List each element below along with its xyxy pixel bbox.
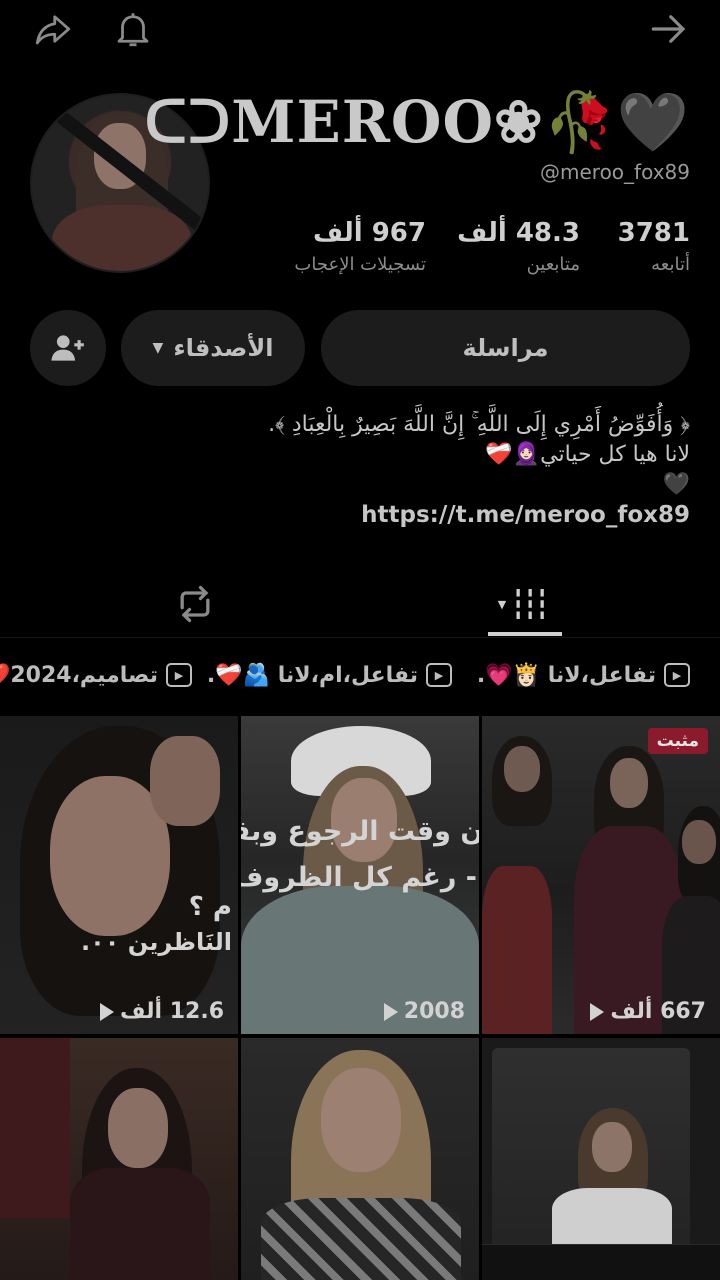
video-thumbnail[interactable]: م ؟ النَاظرين ٠٠. 12.6 ألف (0, 716, 238, 1034)
video-thumbnail[interactable] (241, 1038, 479, 1280)
tab-caret-icon: ▼ (497, 597, 507, 611)
stat-likes: 967 ألف تسجيلات الإعجاب (294, 218, 426, 275)
stat-following-label: أتابعه (651, 254, 690, 275)
tab-videos[interactable]: ▼ (478, 570, 568, 638)
bio: ﴿ وَأُفَوِّضُ أَمْرِي إِلَى اللَّهِ ۚ إِ… (30, 410, 690, 530)
stat-likes-value: 967 ألف (313, 218, 426, 248)
message-button[interactable]: مراسلة (321, 310, 690, 386)
play-icon (590, 1002, 605, 1021)
playlist-chip[interactable]: ▶ تفاعل،لانا 👸🏻💗. (477, 658, 690, 692)
display-name: ᑕᑐMEROO❀🥀🖤 (144, 88, 690, 156)
top-bar (0, 0, 720, 60)
bio-link[interactable]: https://t.me/meroo_fox89 (30, 500, 690, 530)
stat-likes-label: تسجيلات الإعجاب (294, 254, 426, 275)
active-tab-indicator (488, 632, 562, 636)
video-thumbnail[interactable] (482, 1038, 720, 1280)
overlay-caption: م ؟ (188, 892, 232, 922)
username-handle: @meroo_fox89 (540, 160, 690, 184)
video-thumbnail[interactable] (0, 1038, 238, 1280)
playlist-label: تفاعل،لانا 👸🏻💗. (476, 662, 656, 688)
play-icon: ▶ (166, 663, 192, 687)
share-icon[interactable] (30, 6, 76, 52)
friends-dropdown-button[interactable]: ▼ الأصدقاء (121, 310, 305, 386)
bell-icon[interactable] (110, 6, 156, 52)
bio-line-2: لانا هيا كل حياتي🧕🏻❤️‍🩹 (485, 442, 690, 467)
pinned-badge: مثبت (647, 728, 708, 754)
stat-followers[interactable]: 48.3 ألف متابعين (457, 218, 580, 275)
stat-followers-label: متابعين (526, 254, 580, 275)
overlay-caption: النَاظرين ٠٠. (81, 928, 232, 956)
view-count: 2008 (241, 999, 465, 1024)
caret-down-icon: ▼ (152, 340, 164, 356)
stat-following[interactable]: 3781 أتابعه (618, 218, 690, 275)
add-user-icon (51, 335, 84, 361)
playlist-label: تصاميم،2024💔 (0, 662, 158, 688)
message-label: مراسلة (462, 334, 549, 362)
play-icon: ▶ (426, 663, 452, 687)
bio-line-1: ﴿ وَأُفَوِّضُ أَمْرِي إِلَى اللَّهِ ۚ إِ… (268, 412, 690, 437)
videos-grid-icon (516, 589, 545, 619)
forward-arrow-icon[interactable] (646, 6, 692, 52)
friends-label: الأصدقاء (173, 334, 274, 362)
playlist-label: تفاعل،ام،لانا 🫂❤️‍🩹. (206, 662, 418, 688)
tab-reposts[interactable] (150, 570, 240, 638)
video-thumbnail[interactable]: حان وقت الرجوع وبقوة - رغم كل الظروف - 2… (241, 716, 479, 1034)
video-thumbnail[interactable]: مثبت 667 ألف (482, 716, 720, 1034)
bio-line-3: 🖤 (662, 472, 690, 497)
overlay-caption: - رغم كل الظروف - (241, 862, 477, 893)
profile-tabs: ▼ (0, 570, 720, 638)
overlay-caption: حان وقت الرجوع وبقوة (241, 816, 479, 847)
playlist-chip[interactable]: ▶ تفاعل،ام،لانا 🫂❤️‍🩹. (207, 658, 452, 692)
play-icon (100, 1002, 115, 1021)
add-friend-button[interactable] (30, 310, 106, 386)
stat-followers-value: 48.3 ألف (457, 218, 580, 248)
stat-following-value: 3781 (617, 218, 690, 248)
view-count: 12.6 ألف (0, 999, 224, 1024)
play-icon (383, 1002, 398, 1021)
playlist-chip[interactable]: ▶ تصاميم،2024💔 (0, 658, 192, 692)
repost-icon (180, 585, 210, 623)
view-count: 667 ألف (482, 999, 706, 1024)
playlists-row: ▶ تفاعل،لانا 👸🏻💗. ▶ تفاعل،ام،لانا 🫂❤️‍🩹.… (0, 652, 720, 698)
play-icon: ▶ (664, 663, 690, 687)
